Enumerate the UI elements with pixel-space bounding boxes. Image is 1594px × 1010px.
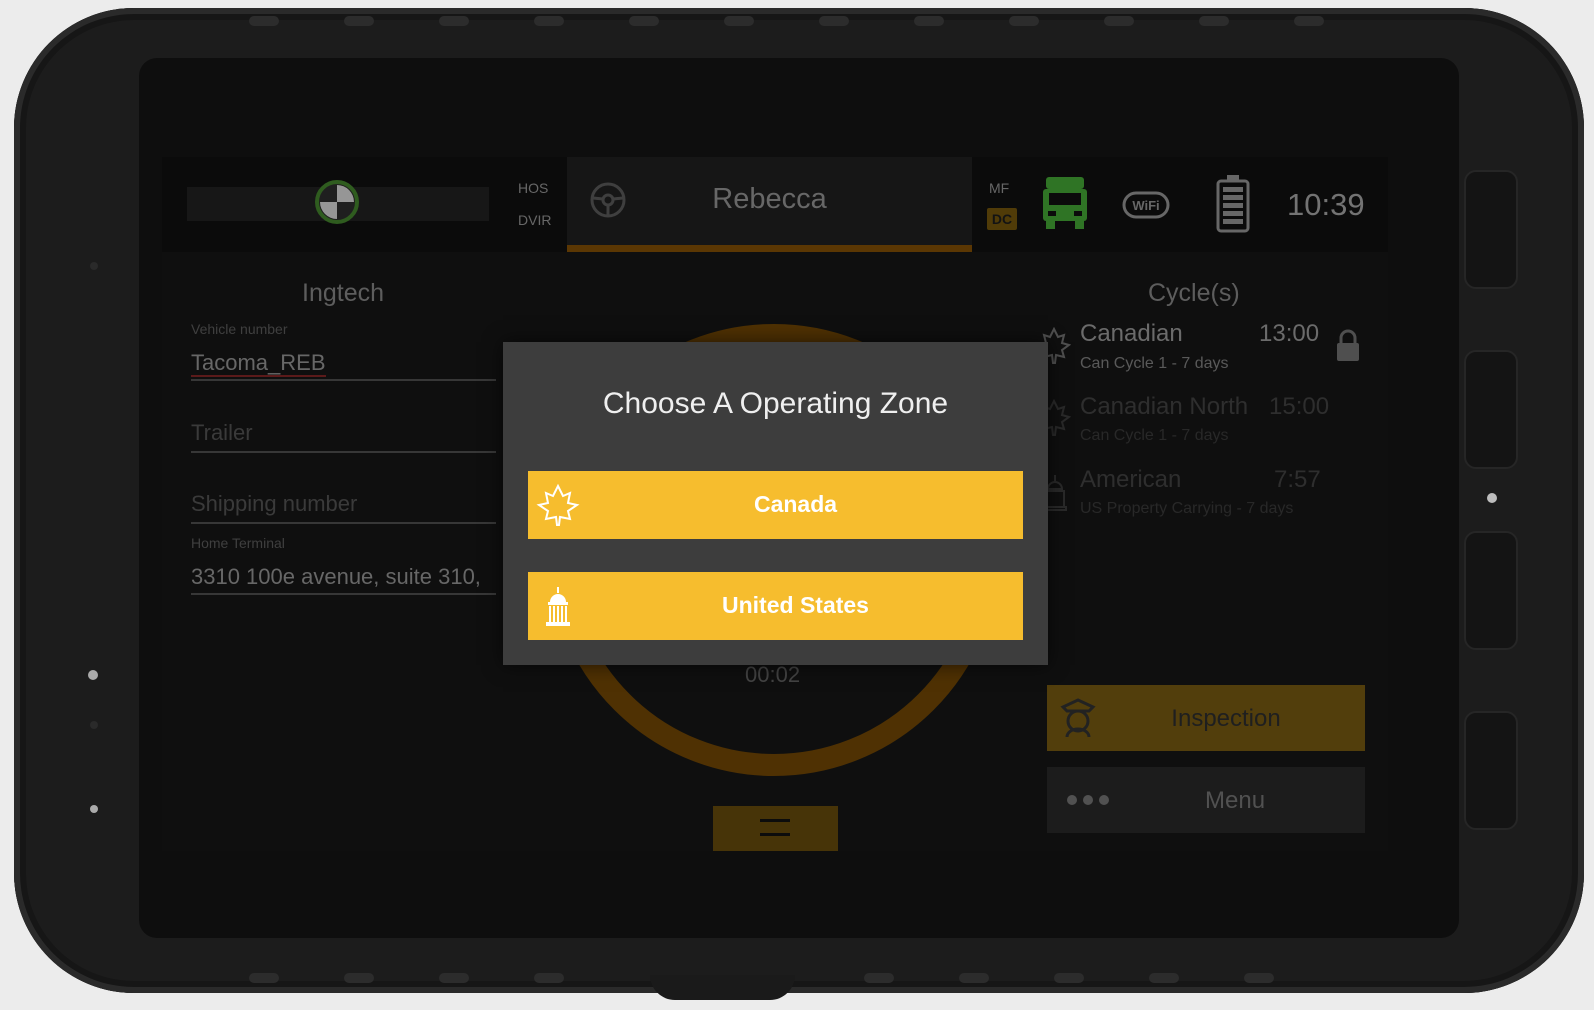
speaker-hole [90,262,98,270]
sensor-dot [88,670,98,680]
united-states-button[interactable]: United States [528,572,1023,640]
united-states-label: United States [722,592,869,618]
canada-button[interactable]: Canada [528,471,1023,539]
canada-label: Canada [753,491,838,517]
side-button-extra[interactable] [1464,711,1518,830]
side-button-volume-up[interactable] [1464,350,1518,469]
side-button-volume-down[interactable] [1464,531,1518,650]
microphone-hole [90,721,98,729]
indicator-dot [90,805,98,813]
camera-dot [1487,493,1497,503]
side-button-power[interactable] [1464,170,1518,289]
dialog-title: Choose A Operating Zone [602,387,949,420]
operating-zone-dialog: Choose A Operating Zone Canada United St… [503,342,1048,665]
tablet-bottom-tab [650,975,795,1000]
app-screen: HOS DVIR Rebecca MF DC WiFi 10:39 Ingtec… [162,157,1388,851]
